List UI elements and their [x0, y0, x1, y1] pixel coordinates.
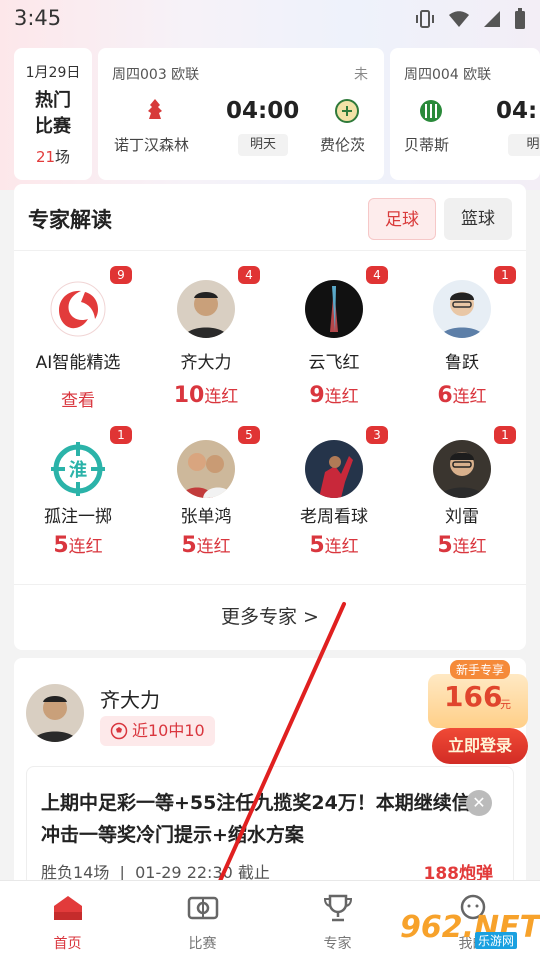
nav-matches[interactable]: 比赛: [135, 881, 270, 960]
expert-name: 孤注一掷: [44, 507, 112, 527]
nav-home[interactable]: 首页: [0, 881, 135, 960]
promo-widget[interactable]: 新手专享 166 元 立即登录: [428, 660, 530, 770]
expert-name: 老周看球: [300, 507, 368, 527]
match-time: 04:00: [226, 98, 300, 124]
expert-badge: 9: [110, 266, 132, 284]
home-team-name: 贝蒂斯: [404, 136, 450, 154]
expert-name: AI智能精选: [35, 353, 121, 373]
expert-item[interactable]: 3 老周看球 5连红: [270, 416, 398, 566]
expert-badge: 1: [110, 426, 132, 444]
match-league: 周四004 欧联: [404, 67, 492, 83]
expert-badge: 3: [366, 426, 388, 444]
match-icon: [187, 896, 218, 920]
login-button[interactable]: 立即登录: [432, 728, 528, 764]
expert-item[interactable]: 4 齐大力 10连红: [142, 256, 270, 408]
divider: [14, 250, 526, 251]
match-league: 周四003 欧联: [112, 67, 200, 83]
expert-badge: 4: [238, 266, 260, 284]
expert-name: 云飞红: [308, 353, 360, 373]
home-team-name: 诺丁汉森林: [114, 136, 190, 154]
match-card[interactable]: 周四003 欧联 未 诺丁汉森林 04:00 明天 费伦茨: [98, 48, 384, 180]
watermark-sub: 乐游网: [475, 932, 518, 949]
expert-item[interactable]: 4 云飞红 9连红: [270, 256, 398, 408]
expert-streak: 6连红: [437, 383, 487, 408]
promo-tag: 新手专享: [450, 660, 511, 679]
more-experts-link[interactable]: 更多专家 >: [14, 602, 526, 629]
avatar: [305, 280, 363, 338]
section-title: 专家解读: [28, 208, 112, 232]
expert-streak: 10连红: [173, 383, 239, 408]
watermark-logo: 962.NET: [400, 910, 540, 945]
divider: [14, 584, 526, 585]
trophy-icon: [323, 894, 352, 922]
author-name[interactable]: 齐大力: [100, 684, 160, 713]
expert-badge: 1: [494, 266, 516, 284]
expert-badge: 5: [238, 426, 260, 444]
team-logo-icon: [335, 99, 359, 123]
signal-icon: [484, 11, 500, 27]
ai-logo-icon: [49, 280, 107, 338]
hot-matches-date: 1月29日: [25, 65, 81, 81]
close-icon[interactable]: ✕: [466, 790, 492, 816]
match-strip: 1月29日 热门比赛 21场 周四003 欧联 未 诺丁汉森林 04:00 明天…: [14, 48, 540, 180]
target-logo-icon: 淮: [49, 440, 107, 498]
match-status: 未: [354, 67, 368, 83]
expert-name: 鲁跃: [445, 353, 479, 373]
record-badge: 近10中10: [100, 716, 215, 746]
battery-icon: [515, 8, 525, 29]
expert-item[interactable]: 淮 1 孤注一掷 5连红: [14, 416, 142, 566]
nav-label: 首页: [53, 936, 82, 952]
expert-streak: 5连红: [181, 533, 231, 558]
expert-name: 张单鸿: [180, 507, 232, 527]
expert-badge: 4: [366, 266, 388, 284]
expert-item[interactable]: 1 刘雷 5连红: [398, 416, 526, 566]
nav-label: 比赛: [188, 936, 217, 952]
nav-experts[interactable]: 专家: [270, 881, 405, 960]
status-time: 3:45: [14, 6, 62, 30]
match-time: 04:: [496, 98, 538, 124]
hot-matches-label: 热门比赛: [35, 90, 71, 137]
status-icons: [414, 8, 526, 30]
match-day: 明: [508, 134, 540, 156]
avatar: [305, 440, 363, 498]
team-logo-icon: [148, 99, 162, 119]
tab-football[interactable]: 足球: [368, 198, 436, 240]
avatar[interactable]: [26, 684, 84, 742]
match-day: 明天: [238, 134, 288, 156]
record-text: 近10中10: [132, 721, 205, 740]
tab-basketball[interactable]: 篮球: [444, 198, 512, 240]
avatar: [433, 280, 491, 338]
team-logo-icon: [420, 100, 442, 122]
home-icon: [53, 896, 82, 920]
expert-item[interactable]: 1 鲁跃 6连红: [398, 256, 526, 408]
avatar: [177, 440, 235, 498]
away-team-name: 费伦茨: [320, 136, 366, 154]
promo-unit: 元: [500, 698, 511, 711]
expert-name: 刘雷: [445, 507, 479, 527]
status-bar: 3:45: [0, 0, 540, 40]
expert-item[interactable]: 5 张单鸿 5连红: [142, 416, 270, 566]
soccer-ball-icon: [110, 722, 128, 740]
nav-label: 专家: [323, 936, 352, 952]
hot-matches-card[interactable]: 1月29日 热门比赛 21场: [14, 48, 92, 180]
vibrate-icon: [416, 10, 434, 28]
expert-streak: 5连红: [309, 533, 359, 558]
post-box[interactable]: 上期中足彩一等+55注任九揽奖24万！本期继续信心冲击一等奖冷门提示+缩水方案 …: [26, 766, 514, 888]
view-link[interactable]: 查看: [14, 386, 142, 411]
wifi-icon: [449, 11, 469, 27]
svg-text:淮: 淮: [69, 459, 87, 481]
post-text: 上期中足彩一等+55注任九揽奖24万！本期继续信心冲击一等奖冷门提示+缩水方案: [41, 792, 490, 846]
expert-streak: 5连红: [437, 533, 487, 558]
promo-amount: 166: [444, 680, 503, 713]
expert-name: 齐大力: [180, 353, 232, 373]
hot-matches-count: 21场: [35, 148, 71, 166]
avatar: [433, 440, 491, 498]
avatar: [177, 280, 235, 338]
match-card[interactable]: 周四004 欧联 贝蒂斯 04: 明: [390, 48, 540, 180]
expert-item[interactable]: 9 AI智能精选 查看: [14, 256, 142, 411]
expert-streak: 5连红: [53, 533, 103, 558]
expert-badge: 1: [494, 426, 516, 444]
expert-section: 专家解读 足球 篮球 9 AI智能精选 查看 4 齐大力 10连红 4 云飞红 …: [14, 184, 526, 650]
expert-streak: 9连红: [309, 383, 359, 408]
